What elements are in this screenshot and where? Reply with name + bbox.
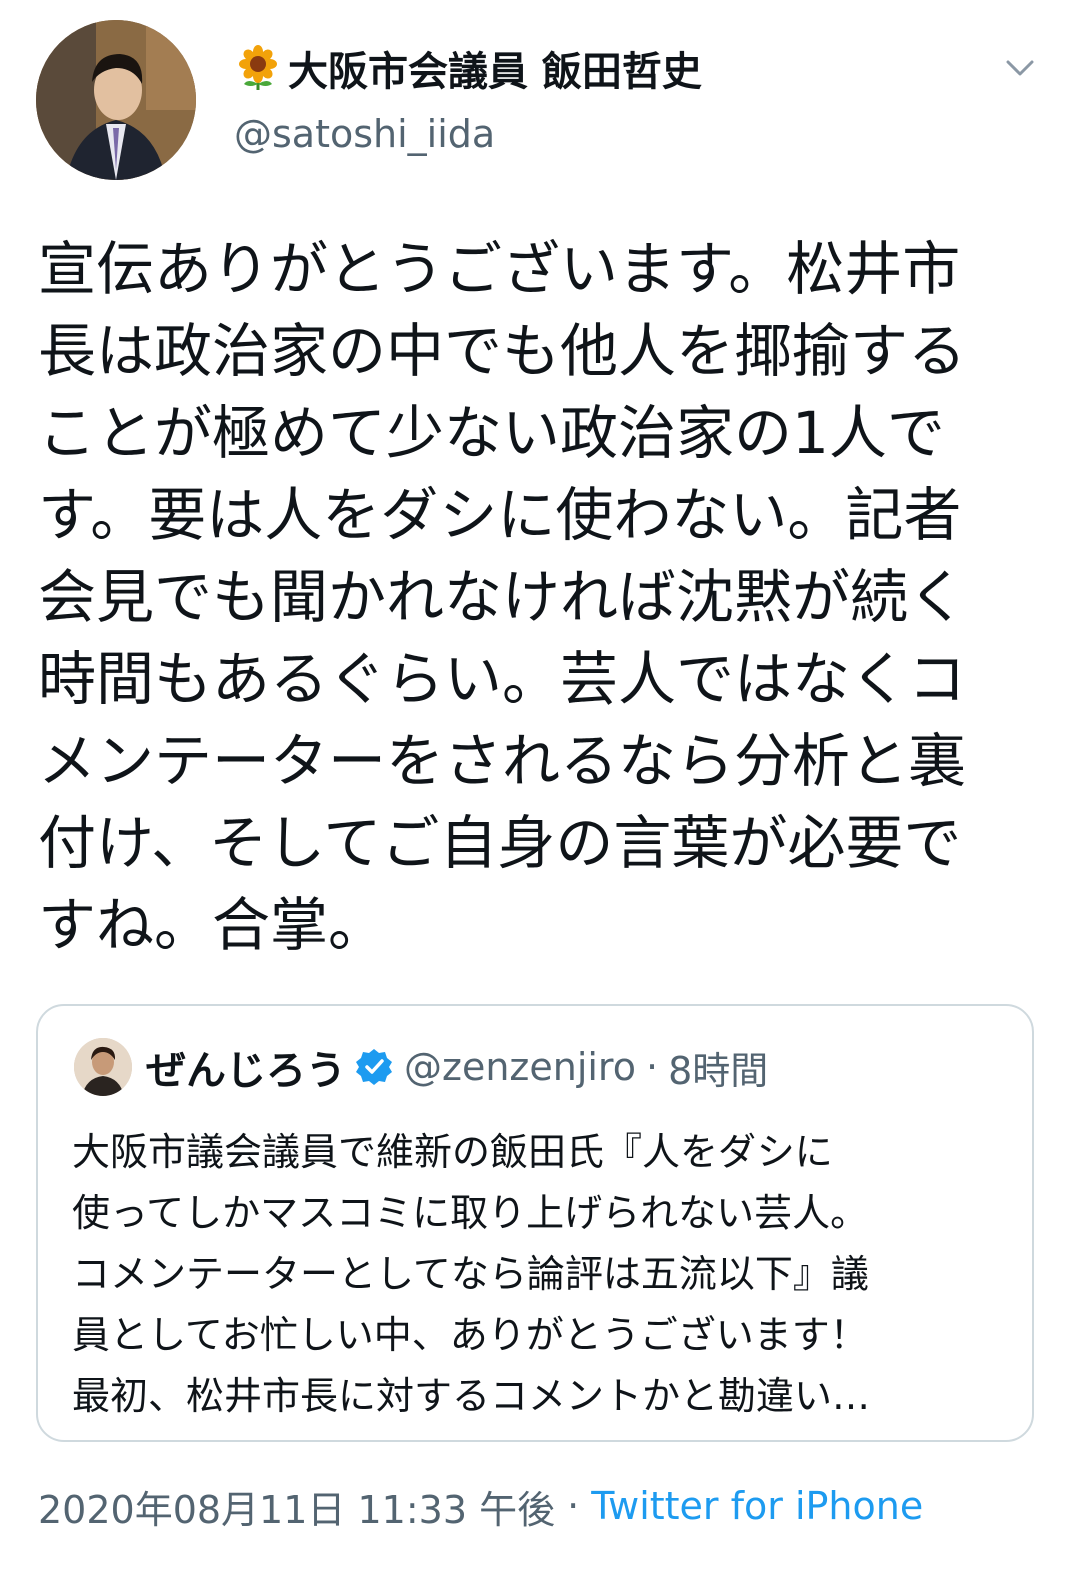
tweet-text-line: 会見でも聞かれなければ沈黙が続く: [38, 563, 967, 631]
quoted-text-line: 最初、松井市長に対するコメントかと勘違い…: [72, 1374, 871, 1418]
tweet-text-line: 時間もあるぐらい。芸人ではなくコ: [38, 645, 967, 713]
sunflower-icon: [239, 45, 277, 90]
quoted-tweet-header: ぜんじろう @zenzenjiro · 8時間: [146, 1038, 768, 1096]
header-separator: ·: [645, 1045, 659, 1089]
quoted-tweet-text: 大阪市議会議員で維新の飯田氏『人をダシに 使ってしかマスコミに取り上げられない芸…: [72, 1122, 1012, 1427]
tweet-text-line: ことが極めて少ない政治家の1人で: [38, 399, 945, 467]
author-display-name[interactable]: 大阪市会議員 飯田哲史: [234, 40, 702, 96]
chevron-down-icon[interactable]: [1000, 48, 1040, 88]
tweet-source-link[interactable]: Twitter for iPhone: [591, 1484, 923, 1528]
quoted-text-line: コメンテーターとしてなら論評は五流以下』議: [72, 1252, 869, 1296]
quoted-author-name[interactable]: ぜんじろう: [146, 1038, 346, 1096]
quoted-text-line: 員としてお忙しい中、ありがとうございます！: [72, 1313, 868, 1357]
quoted-avatar-image: [74, 1038, 132, 1096]
author-name-text: 大阪市会議員 飯田哲史: [288, 49, 702, 95]
tweet-text-line: す。要は人をダシに使わない。記者: [38, 481, 962, 549]
tweet-footer: 2020年08月11日 11:33 午後 · Twitter for iPhon…: [38, 1478, 923, 1534]
author-avatar[interactable]: [36, 20, 196, 180]
quoted-text-line: 大阪市議会議員で維新の飯田氏『人をダシに: [72, 1130, 833, 1174]
quoted-tweet-time[interactable]: 8時間: [668, 1040, 768, 1095]
quoted-author-handle[interactable]: @zenzenjiro: [404, 1045, 636, 1089]
tweet-text-line: 長は政治家の中でも他人を揶揄する: [38, 317, 967, 385]
author-handle[interactable]: @satoshi_iida: [234, 112, 495, 156]
tweet-timestamp[interactable]: 2020年08月11日 11:33 午後: [38, 1479, 555, 1534]
tweet-text-line: メンテーターをされるなら分析と裏: [38, 727, 967, 795]
verified-badge-icon: [356, 1049, 392, 1085]
quoted-text-line: 使ってしかマスコミに取り上げられない芸人。: [72, 1191, 869, 1235]
footer-separator: ·: [567, 1484, 580, 1528]
tweet-text-line: 付け、そしてご自身の言葉が必要で: [38, 809, 962, 877]
quoted-author-avatar[interactable]: [74, 1038, 132, 1096]
author-avatar-image: [36, 20, 196, 180]
tweet-text-line: すね。合掌。: [38, 891, 387, 959]
quoted-tweet-card[interactable]: ぜんじろう @zenzenjiro · 8時間 大阪市議会議員で維新の飯田氏『人…: [36, 1004, 1034, 1442]
tweet-text: 宣伝ありがとうございます。松井市 長は政治家の中でも他人を揶揄する ことが極めて…: [38, 228, 1043, 966]
tweet-text-line: 宣伝ありがとうございます。松井市: [38, 235, 961, 303]
